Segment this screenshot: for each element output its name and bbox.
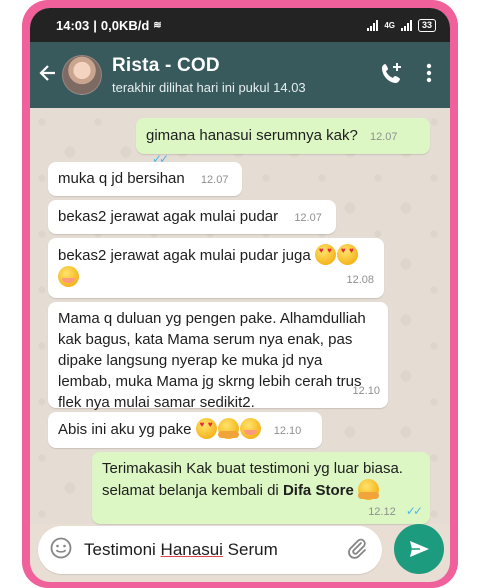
message-time: 12.10 (273, 425, 302, 437)
more-options-icon[interactable] (426, 63, 432, 88)
send-icon (410, 541, 429, 557)
wifi-icon: ≋ (153, 19, 162, 31)
back-arrow-icon[interactable] (30, 63, 60, 88)
message-line: kak bagus, kata Mama serum nya enak, pas (58, 331, 353, 348)
message-line: selamat belanja kembali di (102, 482, 279, 499)
message-in[interactable]: muka q jd bersihan 12.07 (48, 162, 242, 196)
last-seen: terakhir dilihat hari ini pukul 14.03 (112, 80, 306, 95)
emoji-button-icon[interactable] (50, 537, 72, 564)
message-line: Terimakasih Kak buat testimoni yg luar b… (102, 460, 403, 477)
message-time: 12.07 (294, 212, 322, 224)
heart-eyes-emoji-icon (314, 244, 336, 265)
phone-screen: 14:03 | 0,0KB/d ≋ 4G 33 Rista - COD tera… (30, 8, 450, 582)
message-time: 12.07 (200, 174, 229, 186)
data-rate: 0,0KB/d (100, 17, 150, 33)
message-line: Mama q duluan yg pengen pake. Alhamdulli… (58, 310, 366, 327)
attach-paperclip-icon[interactable] (346, 537, 368, 564)
contact-info[interactable]: Rista - COD terakhir dilihat hari ini pu… (112, 55, 306, 95)
hugging-emoji-icon (217, 418, 239, 439)
hugging-emoji-icon (357, 479, 379, 500)
message-text: bekas2 jerawat agak mulai pudar juga (58, 247, 311, 264)
message-in[interactable]: Mama q duluan yg pengen pake. Alhamdulli… (48, 302, 388, 411)
message-time: 12.10 (352, 385, 380, 397)
battery-icon: 33 (417, 18, 436, 32)
message-text: Abis ini aku yg pake (58, 421, 192, 438)
message-text: muka q jd bersihan (58, 170, 185, 187)
message-in[interactable]: bekas2 jerawat agak mulai pudar 12.07 (48, 200, 336, 234)
message-line: dipake langsung nyerap ke muka jd nya (58, 352, 323, 369)
network-type: 4G (384, 20, 395, 30)
chat-area[interactable]: gimana hanasui serumnya kak? 12.07 ✓✓ mu… (30, 108, 450, 524)
message-time: 12.08 (346, 274, 374, 286)
message-out[interactable]: gimana hanasui serumnya kak? 12.07 ✓✓ (136, 118, 430, 166)
store-name: Difa Store (282, 482, 354, 499)
message-input[interactable]: Testimoni Hanasui Serum (84, 540, 346, 560)
avatar[interactable] (62, 55, 102, 95)
heart-eyes-emoji-icon (336, 244, 358, 265)
chat-header: Rista - COD terakhir dilihat hari ini pu… (30, 42, 450, 108)
status-bar: 14:03 | 0,0KB/d ≋ 4G 33 (30, 8, 450, 42)
message-time: 12.12 (368, 506, 396, 518)
add-call-icon[interactable] (380, 61, 404, 90)
message-text: bekas2 jerawat agak mulai pudar (58, 208, 279, 225)
read-ticks-icon: ✓✓ (405, 504, 423, 518)
message-out[interactable]: Terimakasih Kak buat testimoni yg luar b… (92, 452, 430, 524)
send-button[interactable] (394, 524, 444, 574)
message-time: 12.07 (369, 131, 398, 143)
message-line: lembab, muka Mama jg skrng lebih cerah t… (58, 373, 362, 390)
message-in[interactable]: bekas2 jerawat agak mulai pudar juga 12.… (48, 238, 384, 298)
message-line: flek nya mulai samar sedikit2. (58, 394, 255, 411)
signal-icon (367, 19, 379, 31)
heart-eyes-emoji-icon (195, 418, 217, 439)
status-time: 14:03 (56, 17, 90, 33)
shy-smile-emoji-icon (239, 418, 261, 439)
signal-icon-2 (400, 19, 412, 31)
contact-name: Rista - COD (112, 55, 220, 76)
message-in[interactable]: Abis ini aku yg pake 12.10 (48, 412, 322, 448)
shy-smile-emoji-icon (58, 266, 79, 287)
message-text: gimana hanasui serumnya kak? (146, 127, 358, 144)
message-composer[interactable]: Testimoni Hanasui Serum (38, 526, 382, 574)
